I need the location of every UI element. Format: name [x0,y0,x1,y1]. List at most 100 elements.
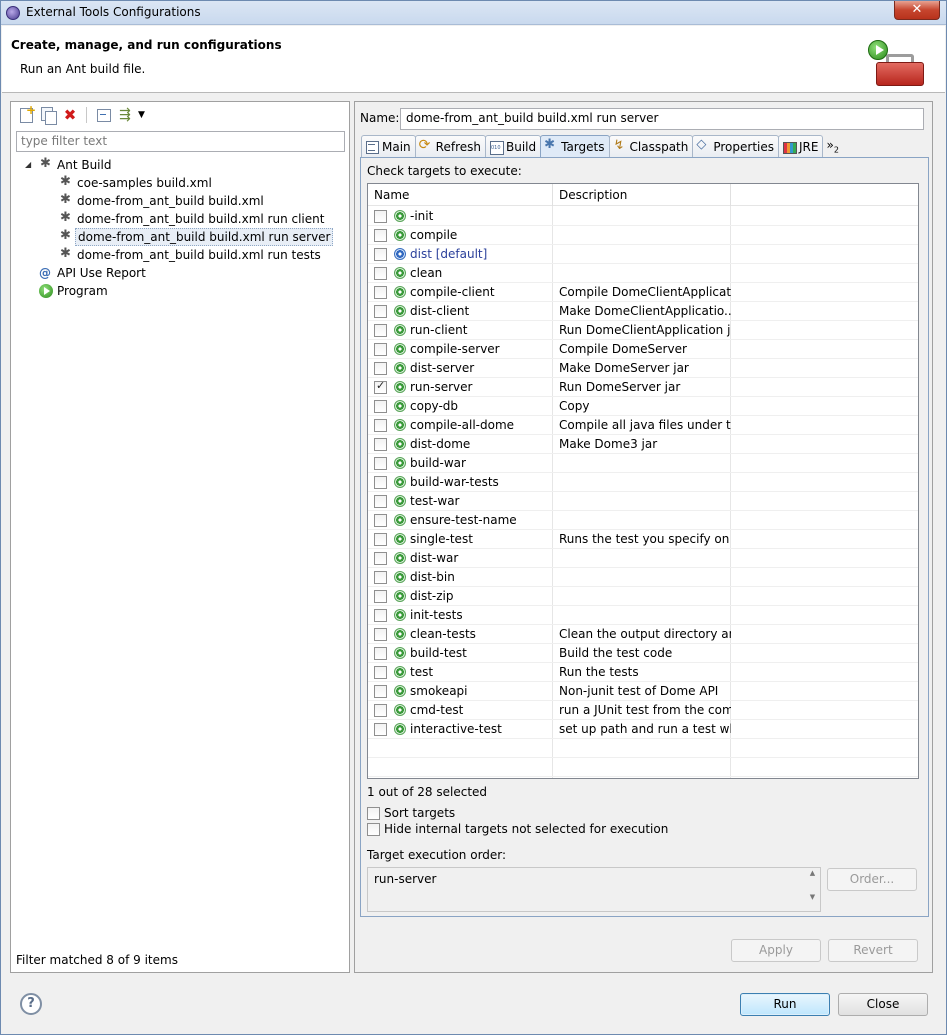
table-row[interactable]: init-tests [368,606,918,625]
target-checkbox[interactable] [374,628,387,641]
table-row[interactable]: compile-server Compile DomeServer [368,340,918,359]
target-checkbox[interactable] [374,305,387,318]
table-row[interactable]: dist-dome Make Dome3 jar [368,435,918,454]
hide-internal-checkbox[interactable] [367,822,380,836]
order-scrollbar[interactable]: ▲ ▼ [806,869,819,910]
table-row[interactable]: dist-bin [368,568,918,587]
target-checkbox[interactable] [374,704,387,717]
target-checkbox[interactable] [374,400,387,413]
target-checkbox[interactable] [374,476,387,489]
target-checkbox[interactable] [374,457,387,470]
target-checkbox[interactable] [374,495,387,508]
table-row[interactable]: test Run the tests [368,663,918,682]
sort-targets-option[interactable]: Sort targets [367,805,455,821]
hide-internal-option[interactable]: Hide internal targets not selected for e… [367,821,668,837]
target-checkbox[interactable] [374,343,387,356]
tab-jre[interactable]: JRE [778,135,824,157]
target-checkbox[interactable] [374,647,387,660]
table-row[interactable]: single-test Runs the test you specify on … [368,530,918,549]
target-checkbox[interactable] [374,379,387,394]
table-row[interactable]: test-war [368,492,918,511]
table-row[interactable]: dist-server Make DomeServer jar [368,359,918,378]
target-checkbox[interactable] [374,210,387,223]
tree-item[interactable]: ◢ Ant Build [11,155,349,174]
tree-item[interactable]: Program [11,282,349,300]
target-checkbox[interactable] [374,248,387,261]
filter-input[interactable]: type filter text [16,131,345,152]
target-checkbox[interactable] [374,609,387,622]
table-row[interactable]: dist-zip [368,587,918,606]
target-checkbox[interactable] [374,723,387,736]
target-checkbox[interactable] [374,267,387,280]
target-checkbox[interactable] [374,685,387,698]
target-checkbox[interactable] [374,362,387,375]
chevron-down-icon[interactable]: ▼ [138,106,148,124]
table-row[interactable]: run-server Run DomeServer jar [368,378,918,397]
window-close-button[interactable]: ✕ [894,1,940,20]
order-button[interactable]: Order... [827,868,917,891]
target-checkbox[interactable] [374,419,387,432]
column-name[interactable]: Name [368,184,553,206]
table-row[interactable]: run-client Run DomeClientApplication jar [368,321,918,340]
table-row[interactable]: compile [368,226,918,245]
target-checkbox[interactable] [374,438,387,451]
table-row[interactable]: dist-war [368,549,918,568]
table-row[interactable]: build-test Build the test code [368,644,918,663]
target-checkbox[interactable] [374,514,387,527]
target-checkbox[interactable] [374,552,387,565]
expand-arrow-icon[interactable]: ◢ [25,156,31,174]
collapse-all-icon[interactable] [94,106,112,124]
target-checkbox[interactable] [374,286,387,299]
sort-targets-checkbox[interactable] [367,806,380,820]
table-row[interactable]: build-war [368,454,918,473]
tree-item[interactable]: dome-from_ant_build build.xml run server [11,227,349,246]
target-checkbox[interactable] [374,324,387,337]
close-button[interactable]: Close [838,993,928,1016]
tab-main[interactable]: Main [361,135,416,157]
table-row[interactable]: -init [368,207,918,226]
help-icon[interactable]: ? [20,993,42,1015]
table-row[interactable]: dist-client Make DomeClientApplicatio... [368,302,918,321]
more-tabs-button[interactable]: »2 [822,135,842,157]
target-checkbox[interactable] [374,590,387,603]
tree-item[interactable]: dome-from_ant_build build.xml run tests [11,245,349,264]
target-description: set up path and run a test wh... [559,722,731,736]
tree-item[interactable]: dome-from_ant_build build.xml run client [11,209,349,228]
filter-icon[interactable]: ⇶ [116,106,134,124]
table-row[interactable]: ensure-test-name [368,511,918,530]
targets-table[interactable]: Name Description -init compile dist [defau… [367,183,919,779]
table-row[interactable]: dist [default] [368,245,918,264]
tree-item[interactable]: coe-samples build.xml [11,173,349,192]
new-launch-config-icon[interactable] [17,103,36,124]
tab-targets[interactable]: Targets [540,135,610,158]
tab-label: Targets [561,140,605,154]
target-checkbox[interactable] [374,229,387,242]
run-button[interactable]: Run [740,993,830,1016]
tab-classpath[interactable]: Classpath [608,135,694,157]
header-subtitle: Run an Ant build file. [20,62,146,76]
table-row[interactable]: clean-tests Clean the output directory an… [368,625,918,644]
delete-icon[interactable]: ✖ [61,106,79,124]
target-checkbox[interactable] [374,666,387,679]
title-bar[interactable]: External Tools Configurations ✕ [1,1,946,25]
table-row[interactable]: smokeapi Non-junit test of Dome API [368,682,918,701]
duplicate-icon[interactable] [39,106,57,125]
table-row[interactable]: compile-client Compile DomeClientApplicat… [368,283,918,302]
apply-button[interactable]: Apply [731,939,821,962]
table-row[interactable]: compile-all-dome Compile all java files u… [368,416,918,435]
table-row[interactable]: copy-db Copy [368,397,918,416]
tree-item[interactable]: API Use Report [11,264,349,282]
tab-build[interactable]: Build [484,135,542,157]
tab-refresh[interactable]: Refresh [414,135,486,157]
tree-item[interactable]: dome-from_ant_build build.xml [11,191,349,210]
table-row[interactable]: cmd-test run a JUnit test from the com... [368,701,918,720]
tab-properties[interactable]: Properties [692,135,780,157]
column-description[interactable]: Description [553,184,731,206]
table-row[interactable]: interactive-test set up path and run a te… [368,720,918,739]
table-row[interactable]: clean [368,264,918,283]
name-field[interactable]: dome-from_ant_build build.xml run server [400,108,924,130]
target-checkbox[interactable] [374,533,387,546]
revert-button[interactable]: Revert [828,939,918,962]
target-checkbox[interactable] [374,571,387,584]
table-row[interactable]: build-war-tests [368,473,918,492]
